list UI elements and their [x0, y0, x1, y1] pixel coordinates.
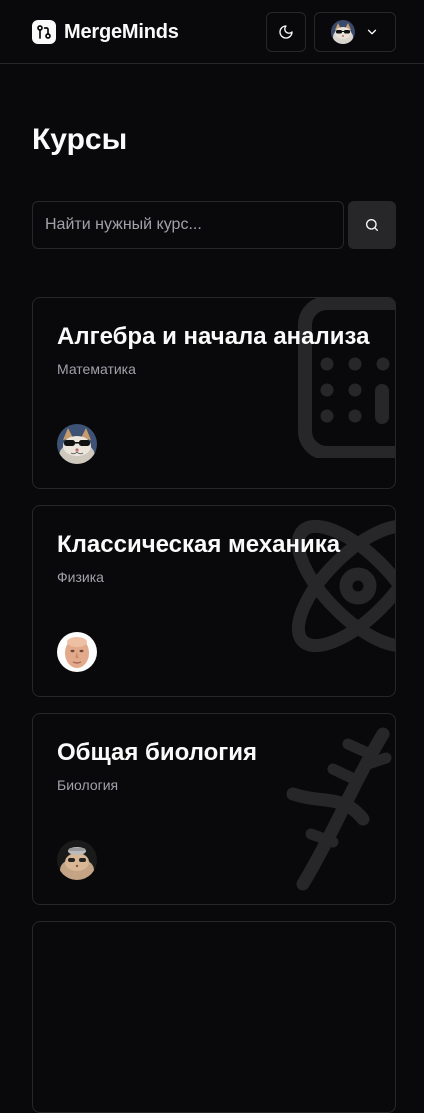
chevron-down-icon — [367, 29, 377, 35]
dna-icon — [286, 727, 392, 891]
user-menu-button[interactable] — [314, 12, 396, 52]
top-navbar: MergeMinds — [0, 0, 424, 64]
course-subject: Физика — [57, 569, 104, 585]
course-card[interactable]: Общая биология Биология — [32, 713, 396, 905]
course-title: Общая биология — [57, 739, 258, 766]
page-title: Курсы — [32, 123, 128, 156]
course-title: Классическая механика — [57, 531, 341, 558]
search-icon — [366, 219, 378, 231]
theme-toggle-button[interactable] — [266, 12, 306, 52]
course-search-input[interactable] — [32, 201, 344, 249]
app-name: MergeMinds — [64, 20, 179, 43]
course-card[interactable] — [32, 921, 396, 1113]
author-avatar — [57, 424, 97, 464]
course-subject: Биология — [57, 777, 119, 793]
author-avatar — [57, 840, 97, 880]
logo-link[interactable]: MergeMinds — [32, 20, 179, 44]
moon-icon — [279, 25, 293, 39]
avatar — [331, 20, 355, 44]
course-card[interactable]: Классическая механика Физика — [32, 505, 396, 697]
course-title: Алгебра и начала анализа — [57, 323, 370, 350]
search-button[interactable] — [348, 201, 396, 249]
course-card[interactable]: Алгебра и начала анализа Математика — [32, 297, 396, 489]
course-subject: Математика — [57, 361, 136, 377]
merge-logo-icon — [32, 20, 56, 44]
author-avatar — [57, 632, 97, 672]
